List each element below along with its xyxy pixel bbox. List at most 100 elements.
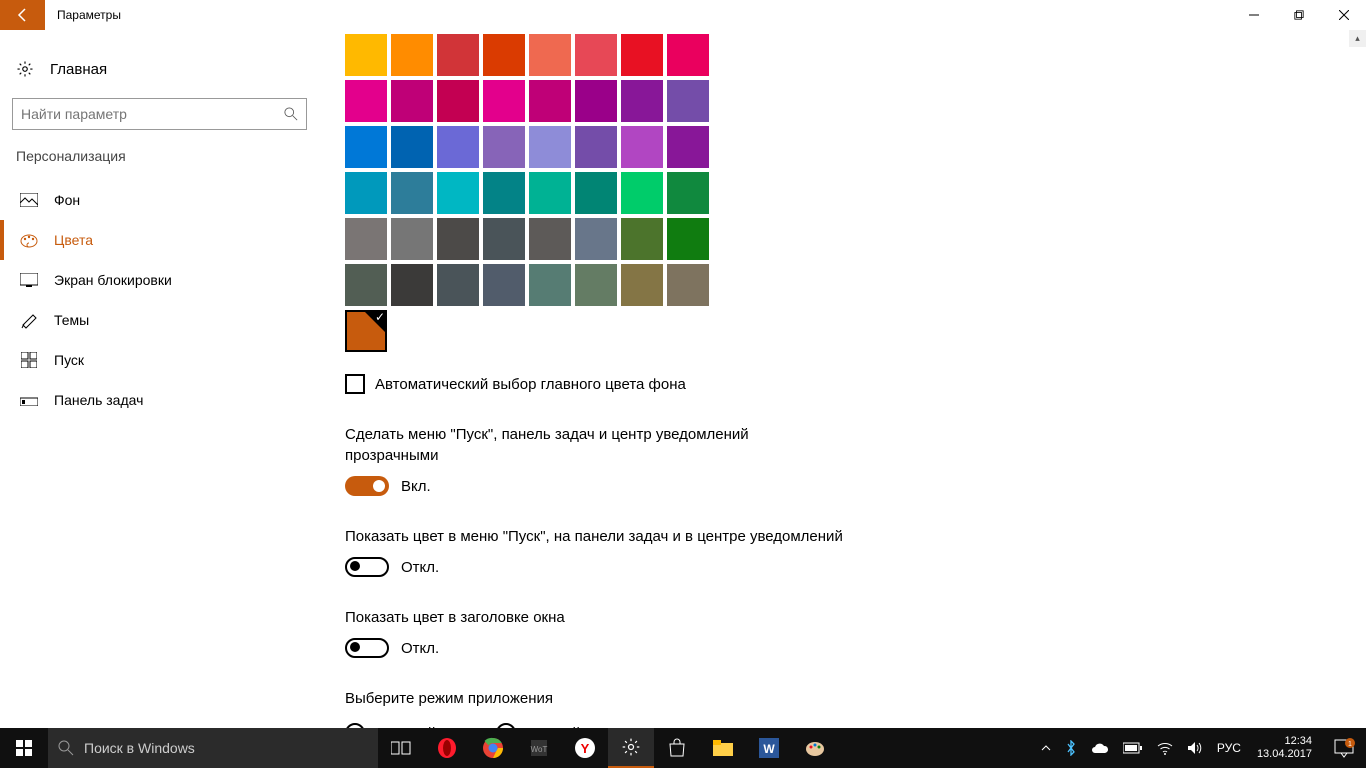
color-swatch[interactable]	[529, 218, 571, 260]
home-link[interactable]: Главная	[0, 50, 310, 88]
color-swatch[interactable]	[529, 126, 571, 168]
color-swatch[interactable]	[621, 34, 663, 76]
taskbar-app-wot[interactable]: WoT	[516, 728, 562, 768]
taskbar-app-word[interactable]: W	[746, 728, 792, 768]
home-label: Главная	[50, 61, 107, 78]
nav-icon	[20, 391, 38, 409]
color-swatch[interactable]	[345, 34, 387, 76]
color-swatch[interactable]	[437, 126, 479, 168]
color-swatch[interactable]	[437, 80, 479, 122]
color-swatch[interactable]	[391, 80, 433, 122]
taskbar-app-yandex[interactable]: Y	[562, 728, 608, 768]
sidebar-item-5[interactable]: Панель задач	[0, 380, 310, 420]
color-swatch[interactable]	[345, 172, 387, 214]
color-swatch[interactable]	[483, 80, 525, 122]
custom-color-swatch[interactable]: ✓	[345, 310, 387, 352]
svg-text:1: 1	[1348, 741, 1352, 748]
auto-pick-label: Автоматический выбор главного цвета фона	[375, 376, 686, 393]
maximize-button[interactable]	[1276, 0, 1321, 30]
search-field[interactable]	[21, 106, 284, 122]
sidebar-item-1[interactable]: Цвета	[0, 220, 310, 260]
taskbar-app-opera[interactable]	[424, 728, 470, 768]
back-button[interactable]	[0, 0, 45, 30]
task-view-button[interactable]	[378, 728, 424, 768]
color-swatch[interactable]	[483, 172, 525, 214]
color-swatch[interactable]	[391, 34, 433, 76]
volume-icon[interactable]	[1181, 728, 1209, 768]
color-swatch[interactable]	[391, 172, 433, 214]
color-swatch[interactable]	[667, 218, 709, 260]
tray-overflow[interactable]	[1035, 728, 1057, 768]
color-swatch[interactable]	[391, 264, 433, 306]
battery-icon[interactable]	[1117, 728, 1149, 768]
minimize-button[interactable]	[1231, 0, 1276, 30]
show-color-start-label: Показать цвет в меню "Пуск", на панели з…	[345, 526, 845, 547]
color-swatch[interactable]	[483, 126, 525, 168]
svg-text:W: W	[763, 742, 775, 756]
taskbar-app-store[interactable]	[654, 728, 700, 768]
color-swatch[interactable]	[437, 172, 479, 214]
taskbar-app-chrome[interactable]	[470, 728, 516, 768]
color-swatch[interactable]	[529, 264, 571, 306]
color-swatch[interactable]	[667, 126, 709, 168]
color-swatch[interactable]	[575, 80, 617, 122]
search-icon	[58, 740, 74, 756]
color-swatch[interactable]	[667, 264, 709, 306]
color-swatch[interactable]	[483, 218, 525, 260]
gear-icon	[16, 60, 34, 78]
color-swatch[interactable]	[345, 264, 387, 306]
color-swatch[interactable]	[667, 172, 709, 214]
mode-dark-radio[interactable]: Темный	[496, 723, 580, 728]
action-center-button[interactable]: 1	[1322, 737, 1366, 759]
color-swatch[interactable]	[575, 126, 617, 168]
clock[interactable]: 12:34 13.04.2017	[1249, 735, 1320, 761]
sidebar-item-0[interactable]: Фон	[0, 180, 310, 220]
color-swatch[interactable]	[437, 34, 479, 76]
bluetooth-icon[interactable]	[1059, 728, 1083, 768]
taskbar-app-explorer[interactable]	[700, 728, 746, 768]
nav-icon	[20, 231, 38, 249]
taskbar-search[interactable]: Поиск в Windows	[48, 728, 378, 768]
color-swatch[interactable]	[621, 80, 663, 122]
taskbar-app-settings[interactable]	[608, 728, 654, 768]
color-swatch[interactable]	[529, 80, 571, 122]
color-swatch[interactable]	[345, 80, 387, 122]
language-indicator[interactable]: РУС	[1211, 728, 1247, 768]
show-color-title-toggle[interactable]	[345, 638, 389, 658]
color-swatch[interactable]	[621, 126, 663, 168]
checkbox-icon	[345, 374, 365, 394]
color-swatch[interactable]	[529, 172, 571, 214]
color-swatch[interactable]	[483, 34, 525, 76]
auto-pick-checkbox[interactable]: Автоматический выбор главного цвета фона	[345, 374, 1366, 394]
color-swatch[interactable]	[437, 264, 479, 306]
color-swatch[interactable]	[391, 218, 433, 260]
onedrive-icon[interactable]	[1085, 728, 1115, 768]
color-swatch[interactable]	[483, 264, 525, 306]
color-swatch[interactable]	[529, 34, 571, 76]
color-swatch[interactable]	[345, 218, 387, 260]
taskbar-app-paint[interactable]	[792, 728, 838, 768]
color-swatch[interactable]	[575, 34, 617, 76]
color-swatch[interactable]	[345, 126, 387, 168]
sidebar-item-4[interactable]: Пуск	[0, 340, 310, 380]
close-button[interactable]	[1321, 0, 1366, 30]
color-swatch[interactable]	[621, 218, 663, 260]
wifi-icon[interactable]	[1151, 728, 1179, 768]
sidebar-item-label: Темы	[54, 312, 89, 328]
color-swatch[interactable]	[667, 80, 709, 122]
mode-light-radio[interactable]: Светлый	[345, 723, 436, 728]
color-swatch[interactable]	[575, 264, 617, 306]
color-swatch[interactable]	[575, 172, 617, 214]
color-swatch[interactable]	[621, 172, 663, 214]
transparency-toggle[interactable]	[345, 476, 389, 496]
color-swatch[interactable]	[437, 218, 479, 260]
search-input[interactable]	[12, 98, 307, 130]
start-button[interactable]	[0, 728, 48, 768]
color-swatch[interactable]	[621, 264, 663, 306]
show-color-start-toggle[interactable]	[345, 557, 389, 577]
sidebar-item-2[interactable]: Экран блокировки	[0, 260, 310, 300]
sidebar-item-3[interactable]: Темы	[0, 300, 310, 340]
color-swatch[interactable]	[391, 126, 433, 168]
color-swatch[interactable]	[667, 34, 709, 76]
color-swatch[interactable]	[575, 218, 617, 260]
